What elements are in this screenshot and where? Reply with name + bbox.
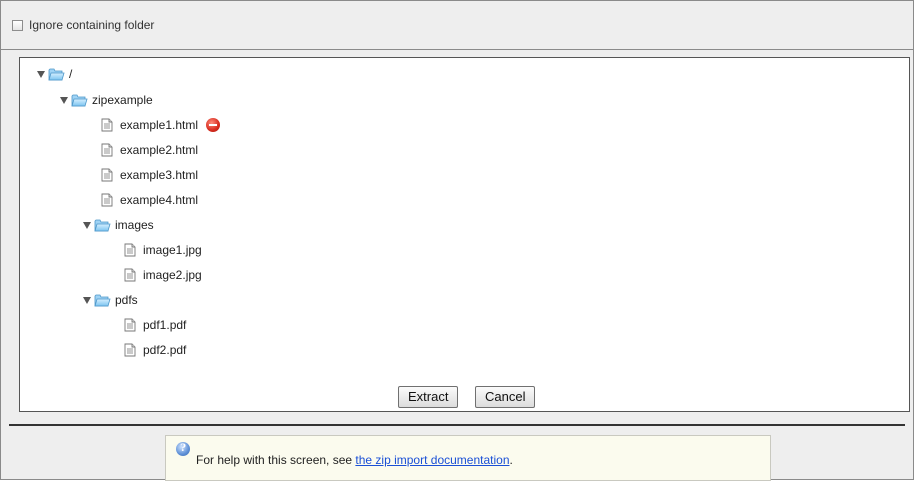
- tree-node-label: image1.jpg: [143, 243, 202, 257]
- extract-button[interactable]: Extract: [398, 386, 459, 408]
- ignore-folder-label: Ignore containing folder: [29, 18, 155, 32]
- ignore-folder-checkbox[interactable]: [12, 19, 23, 31]
- expand-triangle-icon[interactable]: [83, 221, 91, 229]
- folder-icon: [94, 218, 111, 232]
- tree-node-file[interactable]: image2.jpg: [124, 266, 202, 284]
- folder-icon: [71, 93, 88, 107]
- file-icon: [124, 268, 136, 282]
- help-text-suffix: .: [509, 453, 513, 467]
- folder-icon: [94, 293, 111, 307]
- ignore-folder-option[interactable]: Ignore containing folder: [12, 18, 154, 32]
- tree-node-label: example1.html: [120, 118, 199, 132]
- tree-node-label: images: [115, 218, 154, 232]
- file-icon: [101, 193, 113, 207]
- expand-triangle-icon[interactable]: [83, 296, 91, 304]
- file-icon: [124, 318, 136, 332]
- tree-node-label: image2.jpg: [143, 268, 202, 282]
- help-text-prefix: For help with this screen, see: [196, 453, 356, 467]
- expand-triangle-icon[interactable]: [60, 96, 68, 104]
- tree-node-file[interactable]: example2.html: [101, 141, 198, 159]
- tree-node-root[interactable]: /: [37, 65, 72, 83]
- remove-icon[interactable]: [206, 118, 221, 132]
- file-tree: / zipexample example1.html example2.html…: [19, 57, 910, 412]
- help-box: ? For help with this screen, see the zip…: [165, 435, 771, 481]
- file-icon: [124, 243, 136, 257]
- help-text: For help with this screen, see the zip i…: [196, 453, 513, 467]
- expand-triangle-icon[interactable]: [37, 70, 45, 78]
- file-icon: [124, 343, 136, 357]
- divider: [9, 424, 905, 426]
- tree-node-pdfs[interactable]: pdfs: [83, 291, 138, 309]
- cancel-button[interactable]: Cancel: [475, 386, 536, 408]
- tree-node-file[interactable]: example1.html: [101, 116, 221, 134]
- tree-node-label: example4.html: [120, 193, 199, 207]
- tree-node-label: pdfs: [115, 293, 138, 307]
- file-icon: [101, 168, 113, 182]
- tree-node-file[interactable]: pdf2.pdf: [124, 341, 186, 359]
- tree-node-file[interactable]: example4.html: [101, 191, 198, 209]
- file-icon: [101, 118, 113, 132]
- zip-import-panel: Ignore containing folder / zipexample ex…: [0, 0, 914, 481]
- tree-node-file[interactable]: pdf1.pdf: [124, 316, 186, 334]
- file-icon: [101, 143, 113, 157]
- tree-node-label: /: [69, 67, 73, 81]
- tree-node-label: example2.html: [120, 143, 199, 157]
- zip-import-docs-link[interactable]: the zip import documentation: [355, 453, 509, 467]
- folder-icon: [48, 67, 65, 81]
- tree-node-label: example3.html: [120, 168, 199, 182]
- tree-node-zipexample[interactable]: zipexample: [60, 91, 153, 109]
- info-icon: ?: [176, 442, 190, 456]
- tree-node-file[interactable]: image1.jpg: [124, 241, 202, 259]
- tree-node-label: pdf2.pdf: [143, 343, 187, 357]
- tree-node-label: zipexample: [92, 93, 153, 107]
- tree-node-file[interactable]: example3.html: [101, 166, 198, 184]
- options-bar: Ignore containing folder: [1, 1, 913, 50]
- tree-node-label: pdf1.pdf: [143, 318, 187, 332]
- tree-node-images[interactable]: images: [83, 216, 154, 234]
